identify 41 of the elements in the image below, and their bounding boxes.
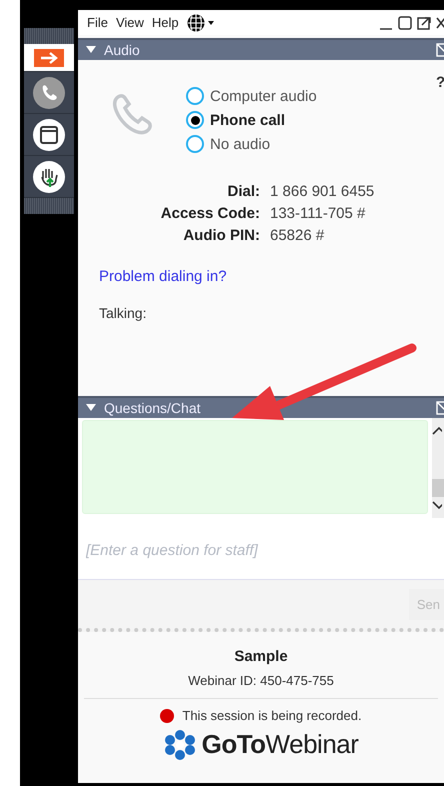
scroll-up-icon[interactable] bbox=[432, 426, 442, 436]
scrollbar[interactable] bbox=[432, 418, 444, 518]
option-label: Phone call bbox=[210, 112, 286, 128]
option-label: No audio bbox=[210, 136, 270, 152]
scroll-down-icon[interactable] bbox=[432, 500, 442, 510]
hand-raise-icon bbox=[33, 160, 65, 192]
section-title: Questions/Chat bbox=[104, 400, 200, 416]
webinar-id: Webinar ID: 450-475-755 bbox=[188, 673, 334, 688]
recording-notice: This session is being recorded. bbox=[182, 708, 362, 723]
language-icon[interactable] bbox=[186, 12, 216, 32]
collapse-icon bbox=[86, 404, 96, 412]
logo-icon bbox=[164, 730, 196, 760]
pop-out-icon[interactable] bbox=[417, 16, 431, 30]
grip-handle[interactable] bbox=[24, 28, 74, 44]
field-label: Access Code: bbox=[160, 205, 260, 222]
recording-icon bbox=[160, 708, 174, 722]
radio-button[interactable] bbox=[186, 111, 204, 129]
field-label: Audio PIN: bbox=[182, 227, 260, 244]
close-icon[interactable] bbox=[436, 16, 444, 30]
section-header[interactable]: Audio bbox=[78, 38, 444, 60]
field-value: 65826 # bbox=[270, 227, 326, 244]
option-label: Computer audio bbox=[210, 88, 317, 104]
collapse-icon bbox=[86, 46, 96, 54]
radio-button[interactable] bbox=[186, 135, 204, 153]
section-title: Audio bbox=[104, 42, 140, 58]
question-field[interactable]: [Enter a question for staff] bbox=[78, 518, 444, 579]
grip-handle[interactable] bbox=[24, 198, 74, 214]
scroll-thumb[interactable] bbox=[432, 479, 444, 497]
talking-label: Talking: bbox=[99, 305, 146, 321]
field-value: 1 866 901 6455 bbox=[270, 183, 376, 200]
sidebar-item[interactable] bbox=[24, 44, 74, 72]
problem-link[interactable]: Problem dialing in? bbox=[99, 268, 227, 285]
maximize-icon[interactable] bbox=[398, 16, 412, 30]
webinar-title: Sample bbox=[234, 648, 288, 665]
field-label: Dial: bbox=[226, 183, 260, 200]
field-value: 133-111-705 # bbox=[270, 205, 366, 222]
phone-icon bbox=[33, 76, 65, 108]
brand-logo: GoToWebinar bbox=[202, 729, 358, 760]
window-icon bbox=[33, 118, 65, 150]
help-link[interactable]: ? bbox=[436, 74, 444, 91]
radio-button[interactable] bbox=[186, 87, 204, 105]
